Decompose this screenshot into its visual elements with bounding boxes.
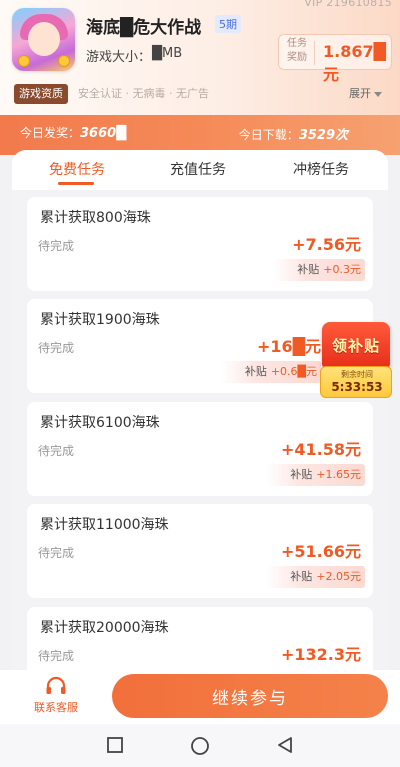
today-downloads-label: 今日下载： bbox=[238, 128, 299, 142]
task-reward: +132.3元 bbox=[280, 645, 361, 664]
today-downloads: 今日下载：3529次 bbox=[239, 124, 348, 143]
task-subsidy: 补贴 +2.05元 bbox=[266, 566, 365, 588]
today-payout-label: 今日发奖： bbox=[20, 126, 81, 140]
continue-button[interactable]: 继续参与 bbox=[112, 674, 388, 718]
task-reward: +51.66元 bbox=[280, 542, 361, 561]
customer-service-label: 联系客服 bbox=[34, 701, 78, 714]
task-status: 待完成 bbox=[38, 239, 75, 253]
expand-button[interactable]: 展开 bbox=[349, 84, 382, 104]
game-icon bbox=[12, 8, 75, 71]
task-subsidy: 补贴 +1.65元 bbox=[266, 464, 365, 486]
task-title: 累计获取1900海珠 bbox=[40, 312, 160, 328]
task-card[interactable]: 累计获取11000海珠 待完成 +51.66元 补贴 +2.05元 bbox=[27, 504, 373, 598]
promo-title: 领补贴 bbox=[331, 337, 380, 355]
headset-icon bbox=[46, 676, 66, 694]
game-size-value: █MB bbox=[152, 46, 183, 61]
game-header: VIP 219610815 海底█危大作战 5期 游戏大小： █MB 任务奖励 … bbox=[0, 0, 400, 115]
task-reward: +41.58元 bbox=[280, 440, 361, 459]
task-reward: +16█元 bbox=[257, 337, 321, 356]
promo-timer-badge: 剩余时间 5:33:53 bbox=[320, 366, 392, 398]
tab-free-tasks[interactable]: 免费任务 bbox=[49, 159, 105, 179]
period-badge: 5期 bbox=[215, 15, 241, 33]
task-subsidy: 补贴 +0.3元 bbox=[273, 259, 365, 281]
task-card[interactable]: 累计获取800海珠 待完成 +7.56元 补贴 +0.3元 bbox=[27, 197, 373, 291]
back-icon[interactable] bbox=[276, 736, 294, 754]
today-payout-value: 3660█ bbox=[80, 126, 127, 141]
today-payout: 今日发奖：3660█ bbox=[20, 124, 126, 141]
task-reward-box: 任务奖励 1.867█元 bbox=[278, 34, 392, 84]
task-tabs: 免费任务 充值任务 冲榜任务 bbox=[12, 150, 388, 190]
subsidy-promo-widget[interactable]: 领补贴 剩余时间 5:33:53 bbox=[320, 322, 392, 398]
task-panel: 免费任务 充值任务 冲榜任务 累计获取800海珠 待完成 +7.56元 补贴 +0… bbox=[12, 150, 388, 670]
subsidy-value: +0.6█元 bbox=[270, 365, 317, 378]
task-title: 累计获取11000海珠 bbox=[40, 517, 169, 533]
task-title: 累计获取800海珠 bbox=[40, 210, 151, 226]
task-status: 待完成 bbox=[38, 341, 75, 355]
task-status: 待完成 bbox=[38, 444, 75, 458]
task-title: 累计获取20000海珠 bbox=[40, 620, 169, 636]
task-status: 待完成 bbox=[38, 649, 75, 663]
tab-ranking-tasks[interactable]: 冲榜任务 bbox=[293, 159, 349, 179]
subsidy-value: +1.65元 bbox=[316, 468, 361, 481]
subsidy-value: +2.05元 bbox=[316, 570, 361, 583]
recents-icon[interactable] bbox=[106, 736, 124, 754]
red-envelope-icon: 领补贴 bbox=[322, 322, 390, 368]
expand-label: 展开 bbox=[349, 87, 371, 100]
today-downloads-value: 3529次 bbox=[298, 128, 348, 143]
promo-timer-label: 剩余时间 bbox=[341, 370, 373, 379]
qualification-tag: 游戏资质 bbox=[14, 84, 68, 104]
reward-value: 1.867█元 bbox=[323, 42, 386, 84]
task-status: 待完成 bbox=[38, 546, 75, 560]
subsidy-value: +0.3元 bbox=[323, 263, 361, 276]
task-subsidy: 补贴 +0.6█元 bbox=[220, 361, 321, 383]
vip-id: VIP 219610815 bbox=[304, 0, 392, 9]
game-title: 海底█危大作战 bbox=[86, 18, 202, 38]
task-title: 累计获取6100海珠 bbox=[40, 415, 160, 431]
promo-timer: 5:33:53 bbox=[331, 380, 383, 394]
stats-bar: 今日发奖：3660█ 今日下载：3529次 bbox=[0, 115, 400, 155]
subsidy-label: 补贴 bbox=[244, 365, 267, 378]
customer-service-button[interactable]: 联系客服 bbox=[28, 676, 84, 715]
tab-recharge-tasks[interactable]: 充值任务 bbox=[170, 159, 226, 179]
active-tab-indicator bbox=[58, 182, 94, 185]
qualification-items: 安全认证 · 无病毒 · 无广告 bbox=[78, 87, 209, 100]
reward-label: 任务奖励 bbox=[287, 38, 307, 63]
bottom-action-bar: 联系客服 继续参与 bbox=[0, 670, 400, 724]
home-icon[interactable] bbox=[190, 736, 210, 756]
game-size-label: 游戏大小： bbox=[86, 50, 152, 65]
subsidy-label: 补贴 bbox=[290, 468, 313, 481]
chevron-down-icon bbox=[374, 91, 382, 97]
task-reward: +7.56元 bbox=[292, 235, 361, 254]
subsidy-label: 补贴 bbox=[297, 263, 320, 276]
task-card[interactable]: 累计获取6100海珠 待完成 +41.58元 补贴 +1.65元 bbox=[27, 402, 373, 496]
task-card[interactable]: 累计获取20000海珠 待完成 +132.3元 bbox=[27, 607, 373, 670]
subsidy-label: 补贴 bbox=[290, 570, 313, 583]
system-nav-bar bbox=[0, 724, 400, 767]
